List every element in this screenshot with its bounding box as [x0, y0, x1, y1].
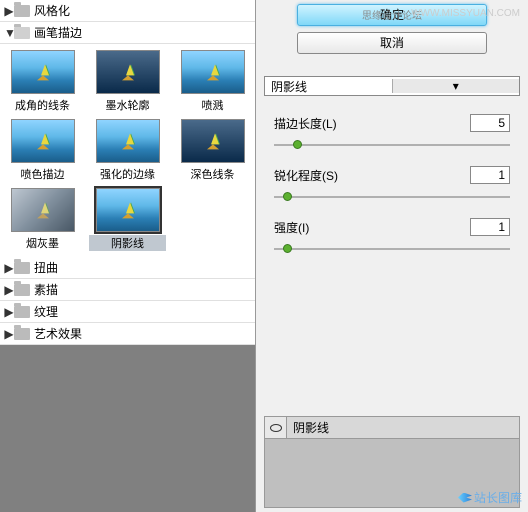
param-strength: 强度(I) 1: [264, 218, 520, 236]
tree-label: 艺术效果: [34, 325, 82, 342]
triangle-right-icon: ▶: [4, 327, 14, 341]
folder-open-icon: [14, 27, 30, 39]
filter-select[interactable]: 阴影线 ▾: [264, 76, 520, 96]
filter-thumb-sprayed[interactable]: 喷色描边: [4, 119, 81, 182]
folder-icon: [14, 262, 30, 274]
slider-sharpness[interactable]: [274, 190, 510, 204]
folder-icon: [14, 328, 30, 340]
tree-item-distort[interactable]: ▶ 扭曲: [0, 257, 255, 279]
filter-thumb-accented[interactable]: 强化的边缘: [89, 119, 166, 182]
folder-icon: [14, 284, 30, 296]
folder-icon: [14, 5, 30, 17]
triangle-right-icon: ▶: [4, 261, 14, 275]
filter-thumb-sumie[interactable]: 烟灰墨: [4, 188, 81, 251]
filter-thumb-angled[interactable]: 成角的线条: [4, 50, 81, 113]
filter-thumb-crosshatch[interactable]: 阴影线: [89, 188, 166, 251]
param-value-input[interactable]: 1: [470, 166, 510, 184]
param-label: 锐化程度(S): [274, 167, 470, 184]
slider-strength[interactable]: [274, 242, 510, 256]
param-stroke-length: 描边长度(L) 5: [264, 114, 520, 132]
tree-label: 纹理: [34, 303, 58, 320]
param-value-input[interactable]: 1: [470, 218, 510, 236]
tree-label: 素描: [34, 281, 58, 298]
tree-item-brush-strokes[interactable]: ▼ 画笔描边: [0, 22, 255, 44]
tree-label: 扭曲: [34, 259, 58, 276]
filter-select-value: 阴影线: [265, 78, 392, 95]
effect-layer-row[interactable]: 阴影线: [265, 417, 519, 439]
tree-item-sketch[interactable]: ▶ 素描: [0, 279, 255, 301]
param-label: 强度(I): [274, 219, 470, 236]
filter-thumb-dark[interactable]: 深色线条: [174, 119, 251, 182]
triangle-right-icon: ▶: [4, 283, 14, 297]
triangle-right-icon: ▶: [4, 4, 14, 18]
visibility-eye-icon[interactable]: [265, 417, 287, 438]
param-sharpness: 锐化程度(S) 1: [264, 166, 520, 184]
chevron-down-icon[interactable]: ▾: [392, 79, 520, 93]
triangle-down-icon: ▼: [4, 26, 14, 40]
slider-stroke-length[interactable]: [274, 138, 510, 152]
tree-item-stylize[interactable]: ▶ 风格化: [0, 0, 255, 22]
tree-item-texture[interactable]: ▶ 纹理: [0, 301, 255, 323]
filter-thumb-ink[interactable]: 墨水轮廓: [89, 50, 166, 113]
tree-label: 画笔描边: [34, 24, 82, 41]
param-label: 描边长度(L): [274, 115, 470, 132]
cancel-button[interactable]: 取消: [297, 32, 487, 54]
layer-name: 阴影线: [287, 419, 335, 436]
filter-settings-panel: 思缘设计论坛 确定 取消 阴影线 ▾ 描边长度(L) 5 锐化程度(S) 1 强…: [256, 0, 528, 512]
param-value-input[interactable]: 5: [470, 114, 510, 132]
tree-label: 风格化: [34, 2, 70, 19]
triangle-right-icon: ▶: [4, 305, 14, 319]
tree-item-artistic[interactable]: ▶ 艺术效果: [0, 323, 255, 345]
effect-layers: 阴影线: [264, 416, 520, 508]
empty-area: [0, 345, 255, 512]
filter-tree-panel: ▶ 风格化 ▼ 画笔描边 成角的线条 墨水轮廓 喷溅 喷色描边: [0, 0, 256, 512]
ok-button[interactable]: 确定: [297, 4, 487, 26]
filter-thumb-spatter[interactable]: 喷溅: [174, 50, 251, 113]
folder-icon: [14, 306, 30, 318]
thumbnail-grid: 成角的线条 墨水轮廓 喷溅 喷色描边 强化的边缘 深色线条: [0, 44, 255, 257]
